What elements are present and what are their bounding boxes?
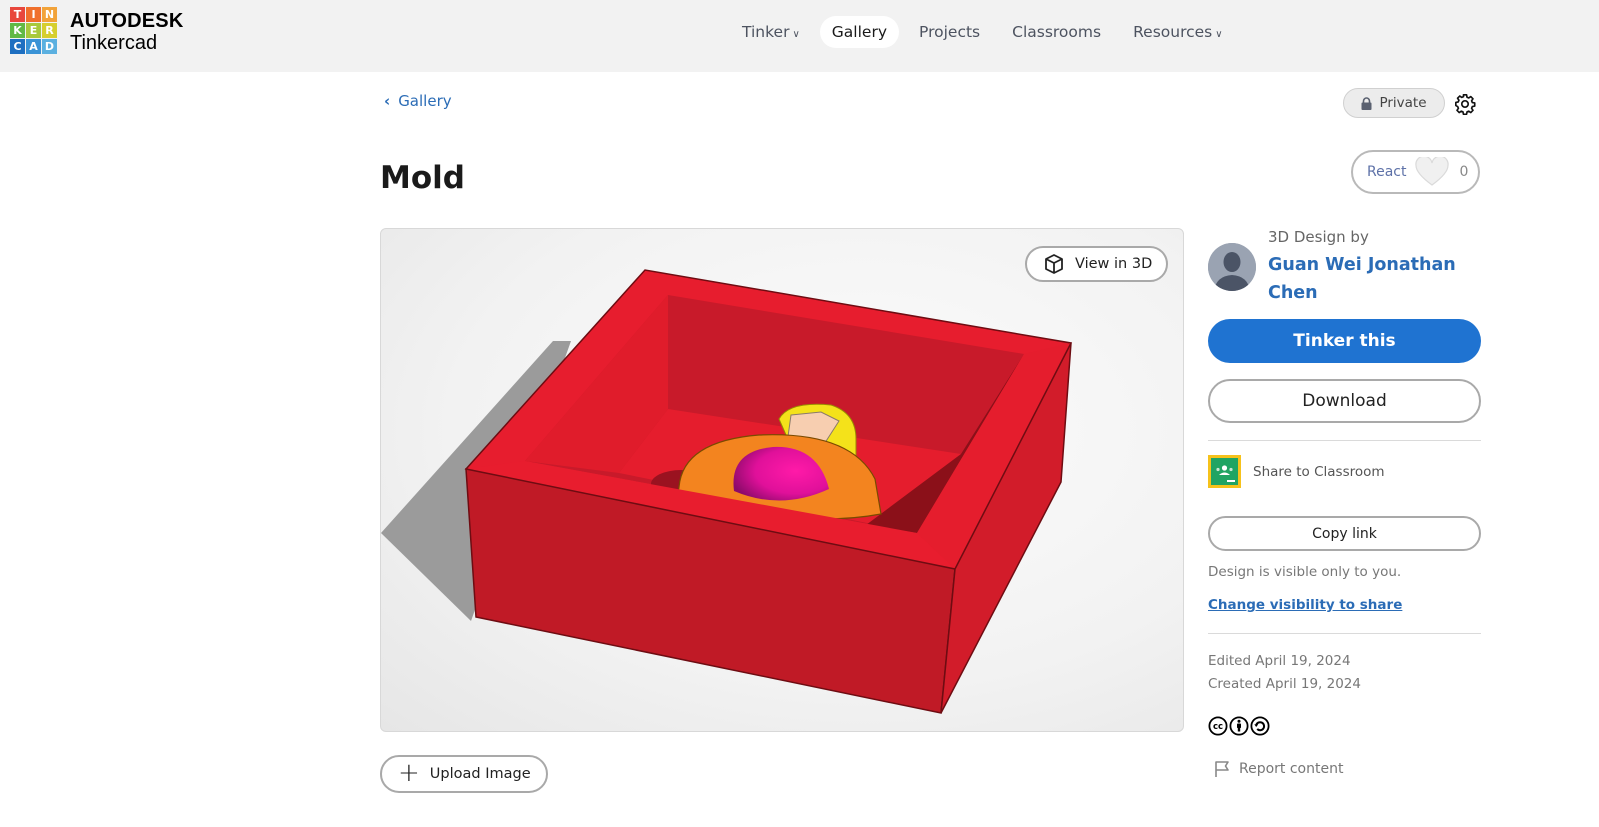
change-visibility-link[interactable]: Change visibility to share (1208, 597, 1402, 613)
sa-icon (1250, 716, 1270, 736)
nav-label: Projects (919, 23, 981, 41)
plus-icon: + (398, 757, 420, 788)
back-label: Gallery (398, 92, 452, 110)
edited-date: Edited April 19, 2024 (1208, 653, 1351, 669)
upload-image-button[interactable]: + Upload Image (380, 755, 548, 793)
logo-letter: R (42, 23, 57, 38)
license-badge[interactable]: cc (1208, 716, 1271, 736)
product-name: Tinkercad (70, 32, 158, 54)
logo-letter: T (10, 7, 25, 22)
tinkercad-logo[interactable]: T I N K E R C A D (10, 7, 57, 54)
cube-icon (1045, 254, 1063, 274)
brand-wordmark[interactable]: AUTODESK Tinkercad (70, 11, 183, 53)
divider (1208, 633, 1481, 634)
google-classroom-icon (1208, 455, 1241, 488)
main-nav: Tinker ∨ Gallery Projects Classrooms Reso… (730, 16, 1243, 48)
logo-letter: K (10, 23, 25, 38)
cc-icon: cc (1208, 716, 1228, 736)
nav-item-gallery[interactable]: Gallery (819, 16, 900, 48)
top-nav-bar: T I N K E R C A D AUTODESK Tinkercad Tin… (0, 0, 1599, 72)
created-date: Created April 19, 2024 (1208, 676, 1361, 692)
copy-link-button[interactable]: Copy link (1208, 516, 1481, 551)
nav-label: Classrooms (1012, 23, 1102, 41)
design-title: Mold (380, 160, 465, 196)
react-button[interactable]: React 0 (1351, 150, 1480, 194)
nav-item-tinker[interactable]: Tinker ∨ (730, 16, 812, 48)
chevron-down-icon: ∨ (792, 29, 800, 40)
logo-letter: I (26, 7, 41, 22)
report-content-link[interactable]: Report content (1214, 760, 1343, 778)
heart-icon (1415, 157, 1450, 186)
author-name-link[interactable]: Guan Wei Jonathan Chen (1268, 251, 1488, 307)
share-to-classroom-label: Share to Classroom (1253, 463, 1385, 480)
react-count: 0 (1459, 164, 1469, 180)
privacy-label: Private (1379, 95, 1427, 111)
upload-image-label: Upload Image (429, 766, 531, 782)
by-icon (1229, 716, 1249, 736)
back-to-gallery-link[interactable]: ‹ Gallery (384, 92, 452, 110)
svg-text:cc: cc (1213, 722, 1223, 732)
logo-letter: E (26, 23, 41, 38)
design-preview[interactable]: View in 3D (380, 228, 1184, 732)
logo-letter: N (42, 7, 57, 22)
nav-item-projects[interactable]: Projects (907, 16, 992, 48)
tinker-this-button[interactable]: Tinker this (1208, 319, 1481, 363)
view-in-3d-button[interactable]: View in 3D (1025, 246, 1168, 282)
report-content-label: Report content (1239, 761, 1344, 777)
chevron-down-icon: ∨ (1215, 29, 1223, 40)
design-dates: Edited April 19, 2024 Created April 19, … (1208, 650, 1361, 696)
gear-icon[interactable] (1454, 93, 1476, 115)
privacy-button[interactable]: Private (1343, 88, 1445, 118)
lock-icon (1361, 96, 1372, 110)
react-label: React (1367, 164, 1407, 180)
author-avatar[interactable] (1208, 243, 1256, 291)
logo-letter: A (26, 39, 41, 54)
nav-item-resources[interactable]: Resources ∨ (1121, 16, 1235, 48)
divider (1208, 440, 1481, 441)
view-in-3d-label: View in 3D (1075, 256, 1153, 272)
share-to-classroom-button[interactable]: Share to Classroom (1208, 455, 1385, 488)
logo-letter: D (42, 39, 57, 54)
model-render (381, 269, 1073, 714)
logo-letter: C (10, 39, 25, 54)
flag-icon (1215, 761, 1229, 777)
chevron-left-icon: ‹ (384, 92, 391, 110)
nav-label: Resources (1133, 23, 1213, 41)
nav-label: Gallery (831, 23, 888, 41)
nav-item-classrooms[interactable]: Classrooms (1000, 16, 1113, 48)
visibility-note: Design is visible only to you. (1208, 564, 1402, 580)
nav-label: Tinker (742, 23, 790, 41)
design-by-label: 3D Design by (1268, 228, 1369, 246)
company-name: AUTODESK (70, 10, 184, 32)
download-button[interactable]: Download (1208, 379, 1481, 423)
